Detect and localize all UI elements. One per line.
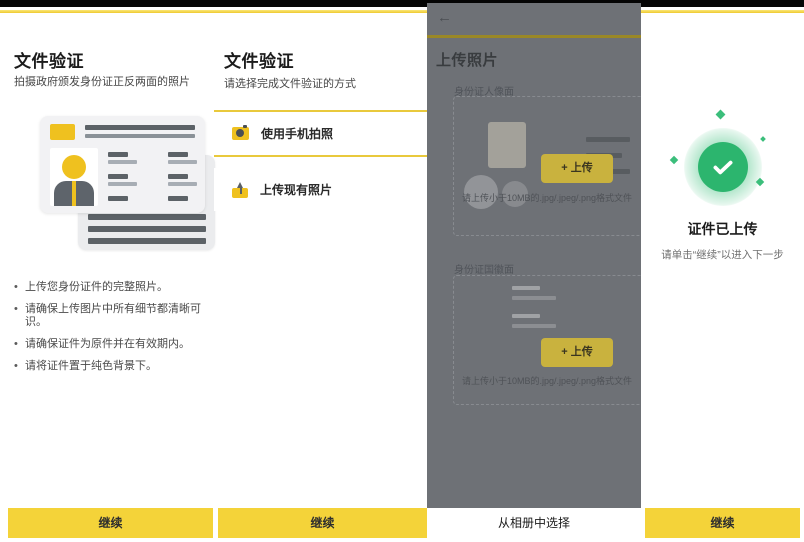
success-title: 证件已上传 bbox=[641, 219, 804, 239]
instruction-item: 请将证件置于纯色背景下。 bbox=[14, 360, 212, 373]
continue-button-method[interactable]: 继续 bbox=[218, 508, 427, 538]
panel-document-intro: 文件验证 拍摄政府颁发身份证正反两面的照片 bbox=[0, 13, 214, 508]
check-icon bbox=[698, 142, 748, 192]
id-card-front-graphic bbox=[40, 116, 205, 213]
camera-icon bbox=[232, 127, 249, 140]
instruction-item: 上传您身份证件的完整照片。 bbox=[14, 281, 212, 294]
page-title: 文件验证 bbox=[224, 47, 294, 72]
instruction-item: 请确保上传图片中所有细节都清晰可识。 bbox=[14, 303, 212, 329]
id-back-label: 身份证国徽面 bbox=[454, 261, 514, 276]
card-portrait bbox=[50, 148, 98, 206]
option-take-photo[interactable]: 使用手机拍照 bbox=[214, 110, 427, 157]
select-from-album-button[interactable]: 从相册中选择 bbox=[427, 508, 641, 538]
dimmed-yellow-divider bbox=[427, 35, 641, 38]
page-subtitle: 拍摄政府颁发身份证正反两面的照片 bbox=[14, 73, 204, 89]
continue-button-intro[interactable]: 继续 bbox=[8, 508, 213, 538]
success-check-graphic bbox=[691, 135, 755, 199]
upload-hint-back: 请上传小于10MB的.jpg/.jpeg/.png格式文件 bbox=[462, 374, 632, 387]
upload-page-title: 上传照片 bbox=[436, 49, 498, 70]
kyc-verification-flow: { "colors": { "accent_yellow": "#F4D339"… bbox=[0, 0, 804, 542]
panel-upload-photos-overlay: ← 上传照片 身份证人像面 + 上传 请上传小于10MB的.jpg/.jpeg/… bbox=[427, 3, 641, 508]
option-upload-photo[interactable]: 上传现有照片 bbox=[214, 168, 427, 211]
upload-dropzone-front[interactable]: + 上传 请上传小于10MB的.jpg/.jpeg/.png格式文件 bbox=[453, 96, 641, 236]
panel-upload-success: 证件已上传 请单击“继续”以进入下一步 bbox=[641, 13, 804, 508]
page-title: 文件验证 bbox=[14, 47, 84, 72]
id-card-illustration bbox=[28, 113, 218, 265]
upload-dropzone-back[interactable]: + 上传 请上传小于10MB的.jpg/.jpeg/.png格式文件 bbox=[453, 275, 641, 405]
upload-icon bbox=[232, 182, 248, 198]
upload-hint-front: 请上传小于10MB的.jpg/.jpeg/.png格式文件 bbox=[462, 191, 632, 204]
continue-button-success[interactable]: 继续 bbox=[645, 508, 800, 538]
upload-button-front[interactable]: + 上传 bbox=[541, 154, 613, 183]
panel-choose-method: 文件验证 请选择完成文件验证的方式 使用手机拍照 上传现有照片 bbox=[214, 13, 427, 508]
card-logo-block bbox=[50, 124, 75, 140]
instruction-item: 请确保证件为原件并在有效期内。 bbox=[14, 338, 212, 351]
back-arrow-icon[interactable]: ← bbox=[437, 9, 452, 26]
method-options: 使用手机拍照 上传现有照片 bbox=[214, 110, 427, 211]
upload-button-back[interactable]: + 上传 bbox=[541, 338, 613, 367]
page-subtitle: 请选择完成文件验证的方式 bbox=[224, 75, 414, 91]
success-subtitle: 请单击“继续”以进入下一步 bbox=[641, 247, 804, 262]
instruction-list: 上传您身份证件的完整照片。 请确保上传图片中所有细节都清晰可识。 请确保证件为原… bbox=[14, 281, 212, 382]
option-label: 上传现有照片 bbox=[260, 181, 332, 198]
option-label: 使用手机拍照 bbox=[261, 125, 333, 142]
top-black-bar bbox=[0, 0, 804, 7]
